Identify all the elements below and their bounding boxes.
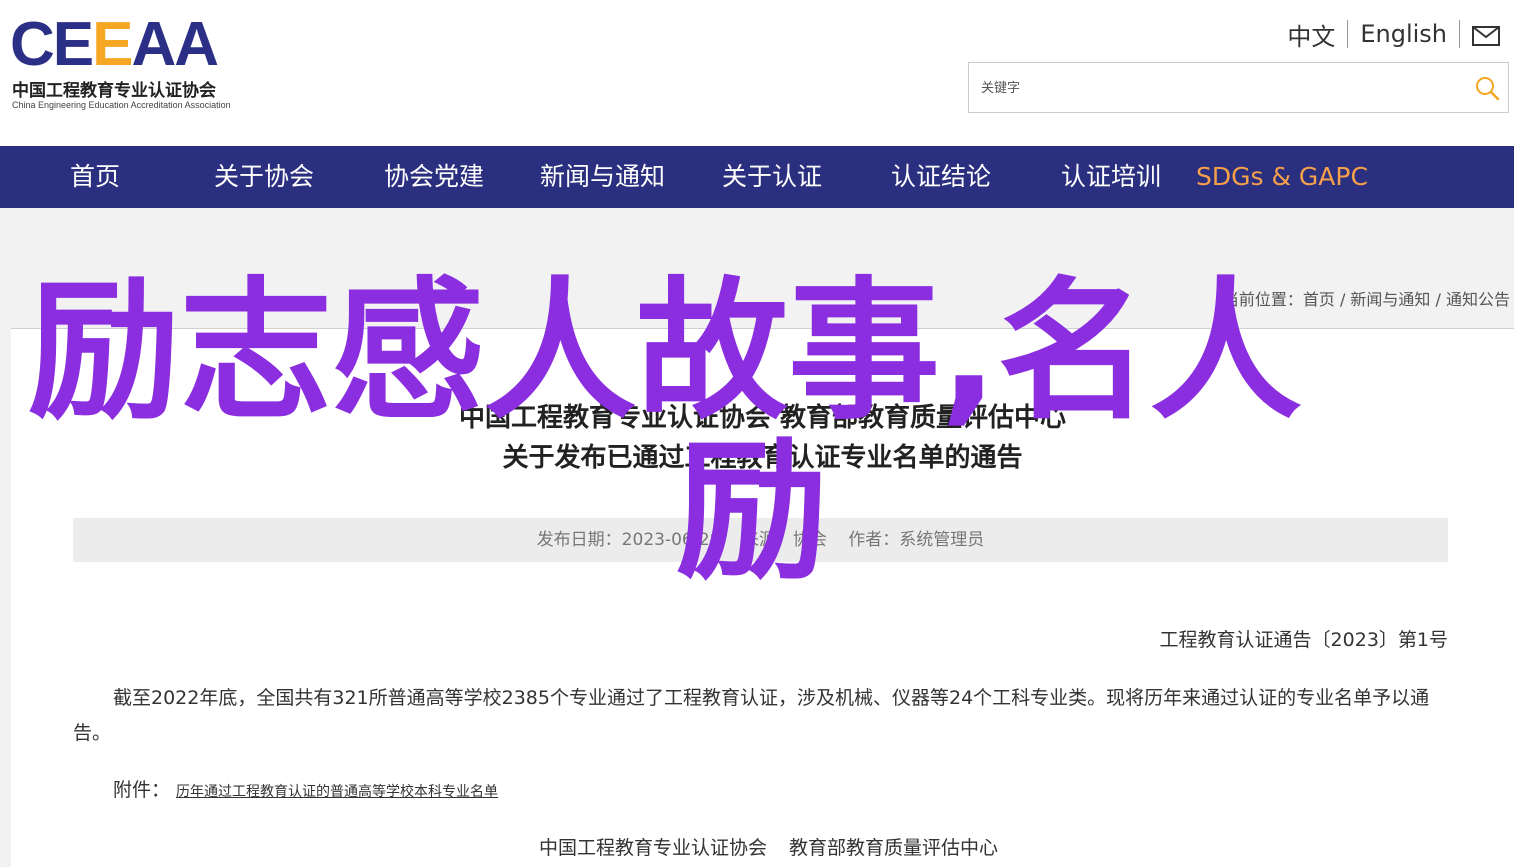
nav-item-sdgs-gapc[interactable]: SDGs & GAPC bbox=[1196, 146, 1368, 208]
article-title-line1: 中国工程教育专业认证协会 教育部教育质量评估中心 bbox=[458, 403, 1067, 433]
search-icon[interactable] bbox=[1474, 75, 1500, 101]
publish-date: 发布日期：2023-06-28 bbox=[536, 530, 721, 550]
search-box bbox=[968, 62, 1509, 114]
nav-item-conclusions[interactable]: 认证结论 bbox=[891, 146, 991, 208]
nav-item-training[interactable]: 认证培训 bbox=[1061, 146, 1161, 208]
lang-en-link[interactable]: English bbox=[1360, 20, 1447, 48]
nav-item-party-building[interactable]: 协会党建 bbox=[384, 146, 484, 208]
logo-name-cn: 中国工程教育专业认证协会 bbox=[12, 81, 216, 101]
site-logo[interactable]: CEEAA 中国工程教育专业认证协会 China Engineering Edu… bbox=[10, 14, 270, 114]
signers: 中国工程教育专业认证协会 教育部教育质量评估中心 bbox=[539, 833, 998, 860]
mail-icon[interactable] bbox=[1472, 24, 1500, 46]
document-number: 工程教育认证通告〔2023〕第1号 bbox=[1159, 629, 1448, 651]
site-header: CEEAA 中国工程教育专业认证协会 China Engineering Edu… bbox=[0, 0, 1514, 146]
article-title-line2: 关于发布已通过工程教育认证专业名单的通告 bbox=[502, 443, 1023, 473]
nav-item-news[interactable]: 新闻与通知 bbox=[540, 146, 665, 208]
nav-item-about-accreditation[interactable]: 关于认证 bbox=[722, 146, 822, 208]
attachment-label: 附件： bbox=[113, 779, 171, 801]
article-author: 作者：系统管理员 bbox=[848, 530, 985, 550]
lang-zh-link[interactable]: 中文 bbox=[1287, 17, 1335, 52]
search-input[interactable] bbox=[979, 63, 1463, 114]
breadcrumb[interactable]: 当前位置：首页 / 新闻与通知 / 通知公告 bbox=[1223, 286, 1510, 310]
signer-association: 中国工程教育专业认证协会 bbox=[539, 837, 768, 859]
nav-item-home[interactable]: 首页 bbox=[70, 146, 120, 208]
article: 中国工程教育专业认证协会 教育部教育质量评估中心 关于发布已通过工程教育认证专业… bbox=[11, 329, 1514, 867]
lang-divider bbox=[1347, 20, 1349, 48]
main-nav: 首页 关于协会 协会党建 新闻与通知 关于认证 认证结论 认证培训 SDGs &… bbox=[0, 146, 1514, 208]
logo-mark: CEEAA bbox=[10, 10, 219, 79]
attachment-link[interactable]: 历年通过工程教育认证的普通高等学校本科专业名单 bbox=[176, 784, 498, 800]
article-paragraph: 截至2022年底，全国共有321所普通高等学校2385个专业通过了工程教育认证，… bbox=[73, 687, 1430, 744]
article-source: 来源：协会 bbox=[741, 530, 827, 550]
lang-divider-2 bbox=[1459, 20, 1460, 48]
language-switcher: 中文 English bbox=[1287, 17, 1500, 52]
nav-item-about-association[interactable]: 关于协会 bbox=[214, 146, 314, 208]
signer-evaluation-center: 教育部教育质量评估中心 bbox=[789, 837, 999, 859]
logo-name-en: China Engineering Education Accreditatio… bbox=[12, 100, 231, 110]
article-meta: 发布日期：2023-06-28 来源：协会 作者：系统管理员 bbox=[73, 518, 1448, 562]
attachment: 附件： 历年通过工程教育认证的普通高等学校本科专业名单 bbox=[113, 775, 498, 802]
